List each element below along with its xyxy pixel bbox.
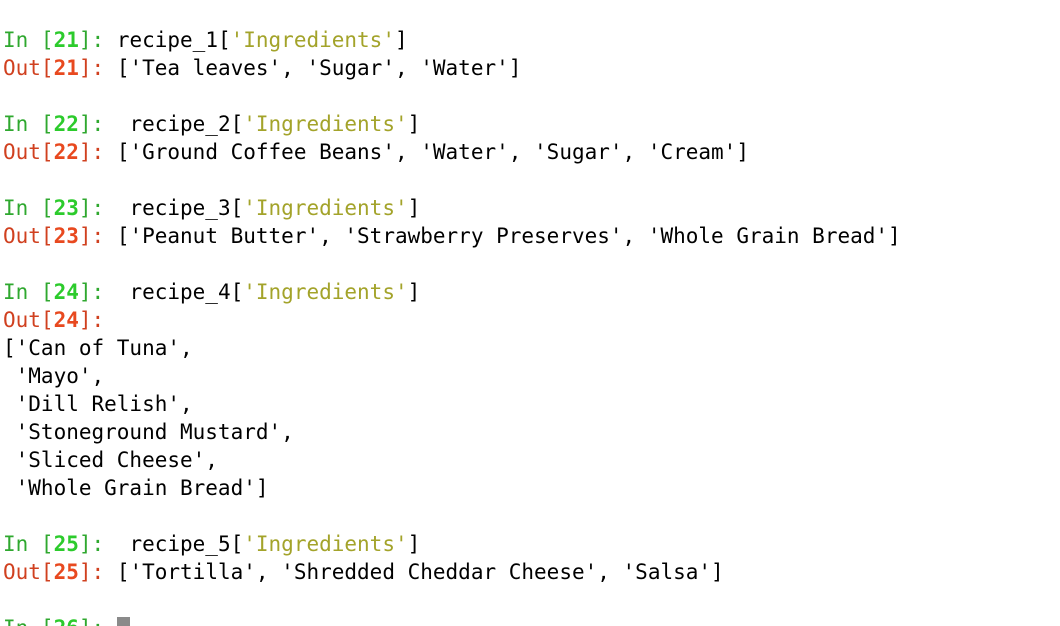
code: recipe_3[ (129, 196, 244, 220)
in-prompt-number: 25 (53, 532, 79, 556)
code: ] (407, 280, 421, 304)
input-line: In [24]: recipe_4['Ingredients'] (0, 278, 1060, 306)
out-prompt: Out[ (3, 140, 54, 164)
in-prompt-number: 22 (53, 112, 79, 136)
output-value-line: 'Stoneground Mustard', (3, 420, 294, 444)
out-prompt-number: 21 (53, 56, 79, 80)
code: recipe_1[ (116, 28, 231, 52)
input-line: In [22]: recipe_2['Ingredients'] (0, 110, 1060, 138)
out-prompt-number: 23 (53, 224, 79, 248)
output-value: ['Tortilla', 'Shredded Cheddar Cheese', … (116, 560, 724, 584)
code: recipe_2[ (129, 112, 244, 136)
in-prompt-close: ]: (79, 616, 117, 626)
input-line: In [21]: recipe_1['Ingredients'] (0, 26, 1060, 54)
in-prompt: In [ (3, 112, 54, 136)
input-line: In [25]: recipe_5['Ingredients'] (0, 530, 1060, 558)
in-prompt-number: 24 (53, 280, 79, 304)
output-value-line: 'Dill Relish', (3, 392, 193, 416)
code-string: 'Ingredients' (243, 280, 408, 304)
in-prompt-close: ]: (78, 280, 130, 304)
text-cursor[interactable] (116, 617, 130, 626)
input-line: In [23]: recipe_3['Ingredients'] (0, 194, 1060, 222)
out-prompt: Out[ (3, 308, 54, 332)
in-prompt: In [ (3, 280, 54, 304)
in-prompt-number: 21 (53, 28, 79, 52)
in-prompt-close: ]: (78, 196, 130, 220)
output-value-line: 'Mayo', (3, 364, 105, 388)
in-prompt-close: ]: (78, 532, 130, 556)
code: recipe_4[ (129, 280, 244, 304)
code-string: 'Ingredients' (243, 196, 408, 220)
out-prompt-close: ]: (78, 56, 117, 80)
in-prompt: In [ (3, 28, 54, 52)
output-value-line: 'Sliced Cheese', (3, 448, 218, 472)
out-prompt: Out[ (3, 560, 54, 584)
out-prompt-close: ]: (78, 308, 105, 332)
in-prompt-number: 23 (53, 196, 79, 220)
in-prompt-number: 26 (54, 616, 79, 626)
in-prompt: In [ (3, 532, 54, 556)
output-line: Out[21]: ['Tea leaves', 'Sugar', 'Water'… (0, 54, 1060, 82)
in-prompt: In [ (3, 616, 54, 626)
code: recipe_5[ (129, 532, 244, 556)
out-prompt: Out[ (3, 224, 54, 248)
out-prompt-close: ]: (78, 560, 117, 584)
output-value-line: 'Whole Grain Bread'] (3, 476, 269, 500)
code: ] (407, 196, 421, 220)
in-prompt-close: ]: (78, 28, 117, 52)
code-string: 'Ingredients' (243, 532, 408, 556)
out-prompt-close: ]: (78, 140, 117, 164)
out-prompt-number: 24 (53, 308, 79, 332)
out-prompt-number: 25 (53, 560, 79, 584)
output-line: Out[23]: ['Peanut Butter', 'Strawberry P… (0, 222, 1060, 250)
output-value: ['Tea leaves', 'Sugar', 'Water'] (116, 56, 522, 80)
code-string: 'Ingredients' (230, 28, 395, 52)
code-string: 'Ingredients' (243, 112, 408, 136)
ipython-terminal[interactable]: In [21]: recipe_1['Ingredients'] Out[21]… (0, 0, 1060, 626)
current-input-line[interactable]: In [26]: (0, 614, 1060, 626)
output-value-line: ['Can of Tuna', (3, 336, 193, 360)
output-line: Out[25]: ['Tortilla', 'Shredded Cheddar … (0, 558, 1060, 586)
out-prompt: Out[ (3, 56, 54, 80)
output-value: ['Peanut Butter', 'Strawberry Preserves'… (116, 224, 901, 248)
code: ] (394, 28, 408, 52)
out-prompt-number: 22 (53, 140, 79, 164)
code: ] (407, 112, 421, 136)
out-prompt-close: ]: (78, 224, 117, 248)
in-prompt: In [ (3, 196, 54, 220)
output-line: Out[24]: (0, 306, 1060, 334)
code: ] (407, 532, 421, 556)
output-value: ['Ground Coffee Beans', 'Water', 'Sugar'… (116, 140, 749, 164)
in-prompt-close: ]: (78, 112, 130, 136)
output-line: Out[22]: ['Ground Coffee Beans', 'Water'… (0, 138, 1060, 166)
